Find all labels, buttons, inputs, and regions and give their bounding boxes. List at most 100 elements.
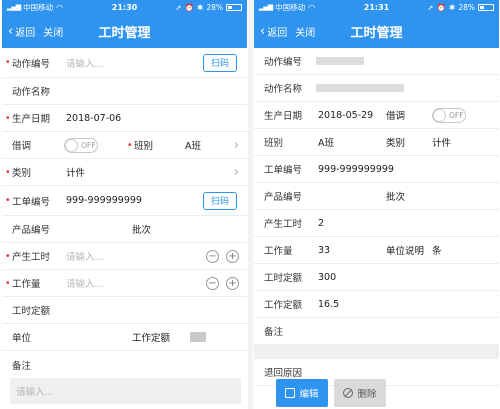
work-hours-label: 产生工时 [12, 252, 51, 263]
category-value: 计件 [432, 138, 452, 149]
borrow-label: 借调 [386, 111, 406, 122]
required-mark: • [127, 139, 133, 151]
work-hours-input[interactable]: 请输入... [66, 249, 104, 263]
return-reason-label: 退回原因 [264, 368, 303, 379]
borrow-toggle[interactable]: OFF [432, 107, 466, 123]
scan-button[interactable]: 扫码 [203, 191, 237, 210]
row-product-no: 产品编号 批次 [254, 183, 499, 210]
edit-button[interactable]: 编辑 [276, 379, 328, 407]
shift-value[interactable]: A班 [185, 138, 201, 152]
workload-value: 33 [318, 244, 331, 256]
chevron-left-icon: ‹ [260, 23, 266, 39]
row-quota: 工时定额 300 [254, 264, 499, 291]
row-prod-date[interactable]: • 生产日期 2018-07-06 [2, 105, 247, 132]
row-category[interactable]: • 类别 计件 › [2, 159, 247, 186]
section-gap [254, 345, 499, 359]
plus-icon[interactable]: + [226, 276, 239, 290]
back-button[interactable]: ‹ 返回 [260, 24, 287, 39]
category-value[interactable]: 计件 [66, 165, 85, 179]
batch-label: 批次 [132, 225, 152, 236]
borrow-toggle[interactable]: OFF [64, 137, 98, 153]
required-mark: • [5, 166, 11, 178]
scan-button[interactable]: 扫码 [203, 53, 237, 72]
row-remark: 备注 [2, 351, 247, 378]
required-mark: • [5, 250, 11, 262]
back-label: 返回 [267, 27, 288, 39]
row-order-no: 工单编号 999-999999999 [254, 156, 499, 183]
page-title: 工时管理 [350, 25, 403, 41]
quota-label: 工时定额 [12, 306, 51, 317]
unit-label: 单位 [12, 333, 32, 344]
ban-icon [343, 388, 354, 398]
right-screen: ▂▄▆ 中国移动 ◠ 21:31 ➚ ⏰ ✱ 28% ‹ 返回 关闭 工时管理 动作编号 动… [254, 0, 499, 409]
close-button[interactable]: 关闭 [295, 24, 315, 39]
back-button[interactable]: ‹ 返回 [8, 24, 35, 39]
delete-label: 删除 [357, 389, 377, 400]
minus-icon[interactable]: − [206, 249, 219, 263]
shift-label: 班别 [264, 138, 284, 149]
required-mark: • [5, 112, 11, 124]
battery-icon [478, 3, 494, 11]
delete-button[interactable]: 删除 [334, 379, 386, 407]
minus-icon[interactable]: − [206, 276, 219, 290]
nav-bar: ‹ 返回 关闭 工时管理 [2, 14, 247, 48]
plus-icon[interactable]: + [226, 249, 239, 263]
prod-date-value[interactable]: 2018-07-06 [66, 113, 121, 124]
status-time: 21:31 [363, 2, 390, 12]
chevron-right-icon: › [233, 164, 239, 180]
action-name-label: 动作名称 [264, 84, 303, 95]
toggle-text: OFF [81, 140, 96, 150]
toggle-text: OFF [449, 110, 464, 120]
row-workload: • 工作量 请输入... − + [2, 270, 247, 297]
prod-date-value: 2018-05-29 [318, 109, 374, 121]
order-no-value[interactable]: 999-999999999 [66, 195, 142, 206]
workload-label: 工作量 [264, 246, 293, 257]
bottom-action-bar: 编辑 删除 [254, 379, 499, 409]
row-work-hours: 产生工时 2 [254, 210, 499, 237]
shift-value: A班 [318, 138, 334, 149]
status-bar: ▂▄▆ 中国移动 ◠ 21:31 ➚ ⏰ ✱ 28% [254, 0, 499, 14]
row-action-name: 动作名称 [254, 75, 499, 102]
row-quota: 工时定额 [2, 297, 247, 324]
row-borrow-shift: 借调 OFF • 班别 A班 › [2, 132, 247, 159]
action-no-input[interactable]: 请输入... [66, 56, 104, 70]
row-action-no: • 动作编号 请输入... 扫码 [2, 48, 247, 78]
product-no-label: 产品编号 [264, 192, 303, 203]
close-button[interactable]: 关闭 [43, 24, 63, 39]
borrow-label: 借调 [12, 141, 32, 152]
remark-textarea[interactable]: 请输入... [10, 378, 241, 404]
status-time: 21:30 [111, 2, 138, 12]
quota-value: 300 [318, 271, 337, 283]
required-mark: • [5, 57, 11, 68]
row-action-no: 动作编号 [254, 48, 499, 75]
order-no-value: 999-999999999 [318, 163, 394, 175]
edit-icon [285, 388, 296, 398]
edit-label: 编辑 [299, 389, 319, 400]
screen-divider [248, 0, 253, 409]
workload-label: 工作量 [12, 279, 41, 290]
row-workload: 工作量 33 单位说明 条 [254, 237, 499, 264]
work-hours-value: 2 [318, 217, 325, 229]
row-remark: 备注 [254, 318, 499, 345]
toggle-knob [65, 138, 78, 152]
page-title: 工时管理 [98, 25, 151, 41]
batch-label: 批次 [386, 192, 406, 203]
workload-input[interactable]: 请输入... [66, 276, 104, 290]
prod-date-label: 生产日期 [264, 111, 303, 122]
chevron-left-icon: ‹ [8, 23, 14, 39]
status-bar: ▂▄▆ 中国移动 ◠ 21:30 ➚ ⏰ ✱ 28% [2, 0, 247, 14]
back-label: 返回 [15, 27, 36, 39]
category-label: 类别 [386, 138, 406, 149]
required-mark: • [5, 195, 11, 206]
unit-desc-value: 条 [432, 246, 442, 257]
category-label: 类别 [12, 168, 32, 179]
left-screen: ▂▄▆ 中国移动 ◠ 21:30 ➚ ⏰ ✱ 28% ‹ 返回 关闭 工时管理 • 动作编号… [2, 0, 247, 409]
work-quota-value-box [190, 332, 206, 342]
action-name-label: 动作名称 [12, 87, 51, 98]
row-action-name: 动作名称 [2, 78, 247, 105]
required-mark: • [5, 277, 11, 289]
action-no-label: 动作编号 [264, 57, 303, 68]
remark-label: 备注 [12, 360, 32, 372]
row-work-hours: • 产生工时 请输入... − + [2, 243, 247, 270]
quota-label: 工时定额 [264, 273, 303, 284]
